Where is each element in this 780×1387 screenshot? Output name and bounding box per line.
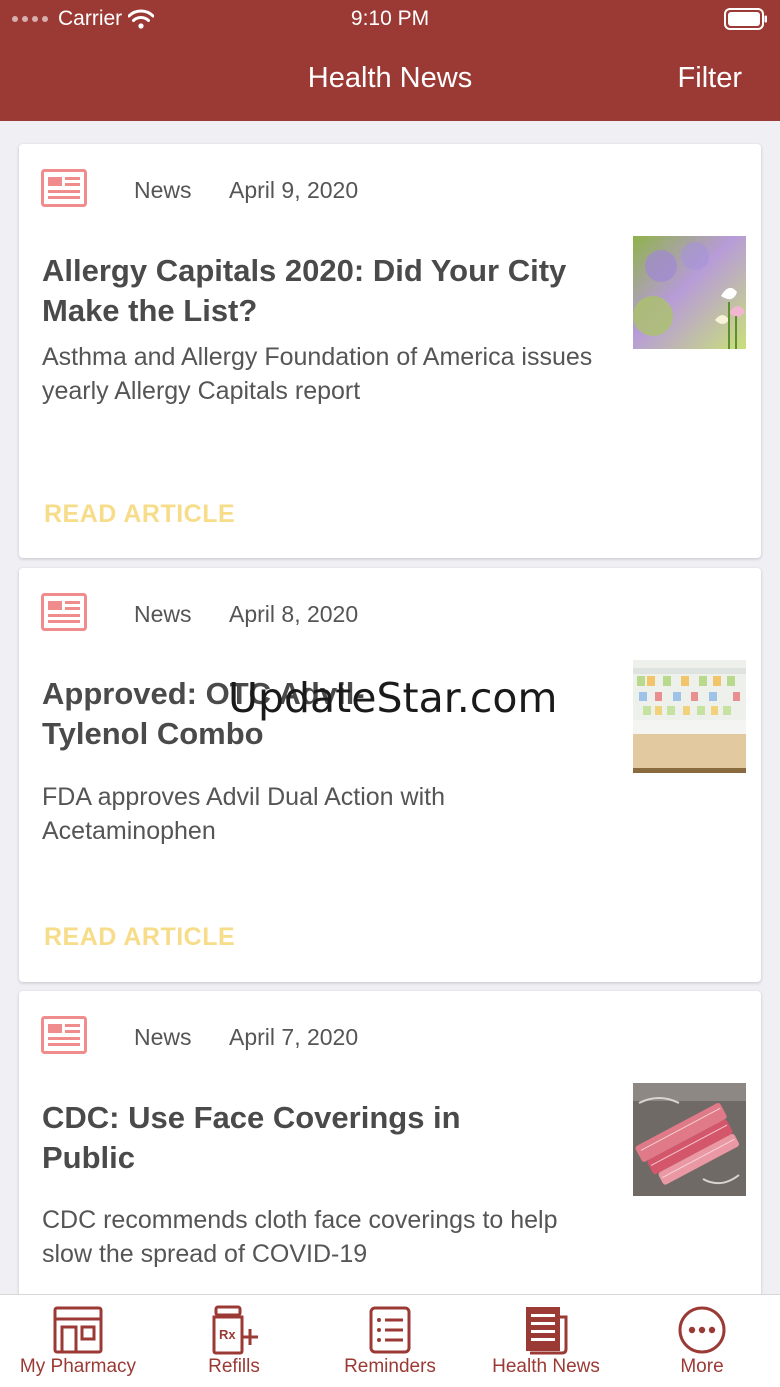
- rx-bottle-icon: Rx: [212, 1305, 258, 1355]
- page-title: Health News: [307, 62, 473, 94]
- more-dots-icon: [678, 1306, 726, 1354]
- tab-label: Refills: [208, 1356, 260, 1377]
- article-category: News: [134, 601, 192, 627]
- filter-button[interactable]: Filter: [678, 62, 742, 95]
- article-card[interactable]: News April 9, 2020 Allergy Capitals 2020…: [19, 144, 761, 558]
- tab-label: More: [680, 1356, 724, 1377]
- status-bar: Carrier 9:10 PM: [0, 0, 780, 40]
- tab-reminders[interactable]: Reminders: [312, 1295, 468, 1387]
- article-date: April 7, 2020: [229, 1024, 359, 1050]
- flowers-photo-icon: [633, 236, 746, 349]
- tab-label: Reminders: [344, 1356, 436, 1377]
- read-article-button[interactable]: READ ARTICLE: [44, 923, 235, 952]
- article-summary: CDC recommends cloth face coverings to h…: [42, 1206, 558, 1268]
- tab-refills[interactable]: Rx Refills: [156, 1295, 312, 1387]
- tab-health-news[interactable]: Health News: [468, 1295, 624, 1387]
- article-headline[interactable]: CDC: Use Face Coverings in Public: [42, 1098, 472, 1178]
- tab-more[interactable]: More: [624, 1295, 780, 1387]
- storefront-icon: [53, 1306, 103, 1354]
- pharmacy-shelves-photo-icon: [633, 660, 746, 773]
- newspaper-icon: [41, 1016, 87, 1054]
- tab-label: My Pharmacy: [19, 1356, 137, 1377]
- article-card[interactable]: News April 8, 2020 Approved: OTC Advil-T…: [19, 568, 761, 982]
- article-thumbnail[interactable]: [633, 660, 746, 773]
- newspaper-icon: [526, 1307, 568, 1355]
- face-masks-photo-icon: [633, 1083, 746, 1196]
- article-card[interactable]: News April 7, 2020 CDC: Use Face Coverin…: [19, 991, 761, 1294]
- newspaper-icon: [41, 593, 87, 631]
- tab-my-pharmacy[interactable]: My Pharmacy: [0, 1295, 156, 1387]
- svg-text:Rx: Rx: [219, 1327, 236, 1342]
- newspaper-icon: [41, 169, 87, 207]
- battery-icon: [724, 8, 767, 30]
- article-summary: Asthma and Allergy Foundation of America…: [42, 343, 593, 405]
- article-date: April 8, 2020: [229, 601, 359, 627]
- tab-bar: My Pharmacy Rx Refills Reminders Health …: [0, 1294, 780, 1387]
- watermark: UpdateStar.com: [228, 674, 558, 722]
- tab-label: Health News: [492, 1356, 600, 1377]
- status-time: 9:10 PM: [350, 7, 430, 30]
- read-article-button[interactable]: READ ARTICLE: [44, 500, 235, 529]
- article-headline[interactable]: Allergy Capitals 2020: Did Your City Mak…: [42, 251, 582, 331]
- article-category: News: [134, 1024, 192, 1050]
- article-thumbnail[interactable]: [633, 1083, 746, 1196]
- top-bar: Carrier 9:10 PM Health News Filter: [0, 0, 780, 121]
- checklist-icon: [369, 1306, 411, 1354]
- article-thumbnail[interactable]: [633, 236, 746, 349]
- article-summary: FDA approves Advil Dual Action with Acet…: [42, 783, 445, 845]
- article-date: April 9, 2020: [229, 177, 359, 203]
- article-category: News: [134, 177, 192, 203]
